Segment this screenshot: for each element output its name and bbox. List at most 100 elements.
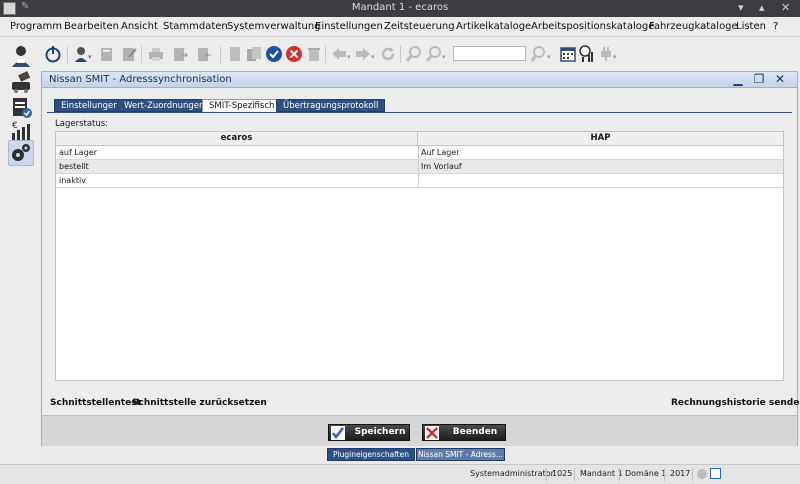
frame-titlebar: Nissan SMIT - Adresssynchronisation ▁ ❐ … [42, 72, 797, 88]
column-header-ecaros[interactable]: ecaros [56, 132, 418, 146]
refresh-icon[interactable] [379, 45, 397, 63]
frame-close-icon[interactable]: ✕ [773, 73, 787, 87]
status-user: Systemadministrator [470, 469, 554, 478]
search-icon[interactable] [405, 45, 423, 63]
frame-minimize-icon[interactable]: ▁ [731, 73, 745, 87]
tab-divider [47, 112, 792, 113]
status-domain: Domäne 1 [625, 469, 667, 478]
cancel-icon[interactable] [285, 45, 303, 63]
pages-icon[interactable] [245, 45, 263, 63]
close-button[interactable]: Beenden [422, 424, 506, 441]
menu-stammdaten[interactable]: Stammdaten [163, 21, 228, 32]
svg-text:€: € [12, 121, 18, 131]
save-check-icon [331, 426, 345, 440]
menu-programm[interactable]: Programm [10, 21, 62, 32]
toolbar-separator [400, 45, 401, 63]
menu-bar: Programm Bearbeiten Ansicht Stammdaten S… [0, 17, 800, 37]
lagerstatus-label: Lagerstatus: [55, 119, 109, 129]
clock-chart-icon[interactable] [578, 45, 596, 63]
column-divider [418, 146, 419, 188]
taskbar-nissan-smit[interactable]: Nissan SMIT - Adress... [416, 448, 505, 461]
back-arrow-icon[interactable]: ▾ [330, 45, 351, 63]
action-button-bar: Speichern Beenden [42, 415, 797, 446]
toolbar-separator [325, 45, 326, 63]
vehicle-key-icon[interactable] [8, 70, 34, 96]
export-icon[interactable] [171, 45, 189, 63]
lagerstatus-table: ecaros HAP auf Lager Auf Lager bestellt … [55, 131, 784, 381]
table-cell-ecaros[interactable]: auf Lager [59, 148, 97, 157]
svg-text:▾: ▾ [442, 53, 446, 61]
plugin-icon[interactable]: ▾ [598, 45, 617, 63]
table-cell-ecaros[interactable]: inaktiv [59, 176, 86, 185]
menu-ansicht[interactable]: Ansicht [121, 21, 158, 32]
svg-text:▾: ▾ [347, 53, 351, 61]
document-edit-icon[interactable] [120, 45, 138, 63]
menu-bearbeiten[interactable]: Bearbeiten [64, 21, 119, 32]
forward-arrow-icon[interactable]: ▾ [354, 45, 375, 63]
print-icon[interactable] [147, 45, 165, 63]
import-icon[interactable] [195, 45, 213, 63]
power-icon[interactable] [44, 45, 62, 63]
table-row[interactable]: bestellt Im Vorlauf [56, 160, 783, 174]
window-list-icon[interactable] [710, 468, 721, 479]
toolbar-search-input[interactable] [453, 46, 526, 61]
table-cell-ecaros[interactable]: bestellt [59, 162, 89, 171]
menu-zeitsteuerung[interactable]: Zeitsteuerung [384, 21, 455, 32]
status-mandant: Mandant 1 [580, 469, 623, 478]
rechnungshistorie-senden-link[interactable]: Rechnungshistorie senden [671, 398, 800, 408]
tab-einstellungen[interactable]: Einstellungen [54, 99, 126, 112]
menu-listen[interactable]: Listen [736, 21, 766, 32]
toolbar-separator [67, 45, 68, 63]
main-toolbar: ▾ ▾ ▾ ▾ ▾ ▾ [40, 37, 800, 71]
save-button[interactable]: Speichern [328, 424, 410, 441]
delete-trash-icon[interactable] [305, 45, 323, 63]
tab-uebertragungsprotokoll[interactable]: Übertragungsprotokoll [276, 99, 386, 112]
calendar-icon[interactable] [559, 45, 577, 63]
frame-restore-icon[interactable]: ❐ [752, 73, 766, 87]
schnittstellentest-link[interactable]: Schnittstellentest [50, 398, 141, 408]
menu-systemverwaltung[interactable]: Systemverwaltung [227, 21, 321, 32]
tab-smit-spezifisch[interactable]: SMIT-Spezifisch [202, 99, 282, 113]
document-copy-icon[interactable] [98, 45, 116, 63]
tab-wert-zuordnungen[interactable]: Wert-Zuordnungen [117, 99, 212, 112]
status-bar: Systemadministrator 1025 Mandant 1 Domän… [0, 464, 800, 484]
close-button-label: Beenden [452, 427, 498, 437]
search-next-icon[interactable]: ▾ [425, 45, 446, 63]
svg-text:▾: ▾ [371, 53, 375, 61]
menu-artikelkataloge[interactable]: Artikelkataloge [456, 21, 531, 32]
minimize-window-icon[interactable]: ▾ [738, 1, 744, 14]
menu-fahrzeugkataloge[interactable]: Fahrzeugkataloge [649, 21, 738, 32]
close-window-icon[interactable]: ✕ [781, 1, 790, 14]
schnittstelle-zuruecksetzen-link[interactable]: Schnittstelle zurücksetzen [132, 398, 267, 408]
column-header-hap[interactable]: HAP [418, 132, 783, 146]
table-row[interactable]: auf Lager Auf Lager [56, 146, 783, 160]
table-row[interactable]: inaktiv [56, 174, 783, 188]
clipboard-check-icon[interactable] [8, 94, 34, 120]
maximize-window-icon[interactable]: ▴ [759, 1, 765, 14]
status-separator [546, 468, 547, 481]
page-icon[interactable] [226, 45, 244, 63]
frame-title: Nissan SMIT - Adresssynchronisation [49, 74, 232, 85]
status-number: 1025 [552, 469, 573, 478]
settings-gears-icon[interactable] [8, 140, 34, 166]
status-separator [664, 468, 665, 481]
save-button-label: Speichern [354, 427, 406, 437]
internal-frame: Nissan SMIT - Adresssynchronisation ▁ ❐ … [41, 71, 800, 446]
table-cell-hap[interactable]: Im Vorlauf [421, 162, 462, 171]
user-support-icon[interactable] [8, 43, 34, 69]
close-x-icon [425, 426, 439, 440]
connection-status-icon [697, 469, 707, 479]
table-cell-hap[interactable]: Auf Lager [421, 148, 460, 157]
status-separator [692, 468, 693, 481]
taskbar-plugineigenschaften[interactable]: Plugineigenschaften [327, 448, 415, 461]
menu-help[interactable]: ? [773, 21, 778, 32]
left-module-panel: € [0, 37, 40, 464]
svg-text:▾: ▾ [88, 53, 92, 61]
user-search-icon[interactable]: ▾ [73, 45, 92, 63]
user-find-icon[interactable]: ▾ [530, 45, 551, 63]
menu-arbeitspositionskataloge[interactable]: Arbeitspositionskataloge [531, 21, 654, 32]
menu-einstellungen[interactable]: Einstellungen [315, 21, 383, 32]
window-title: Mandant 1 - ecaros [351, 2, 449, 13]
status-separator [574, 468, 575, 481]
confirm-check-icon[interactable] [265, 45, 283, 63]
